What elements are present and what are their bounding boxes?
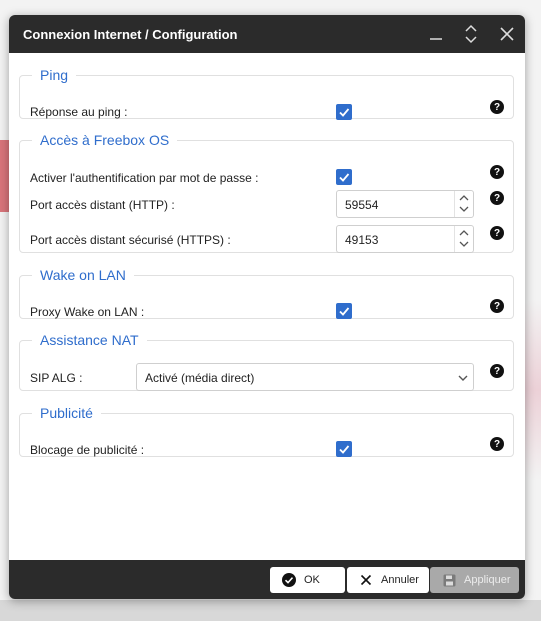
row-ad-block: Blocage de publicité : ? [30, 435, 505, 465]
help-icon[interactable]: ? [490, 191, 504, 205]
chevron-up-icon [459, 195, 469, 201]
help-icon[interactable]: ? [490, 299, 504, 313]
ok-button[interactable]: OK [270, 567, 345, 593]
chevron-down-icon [458, 375, 468, 381]
section-title-freebox-os: Accès à Freebox OS [40, 132, 170, 148]
row-http-port: Port accès distant (HTTP) : 59554 ? [30, 190, 505, 220]
dialog-content: Ping Réponse au ping : ? Accès à Freebox… [9, 53, 525, 560]
background-decoration [523, 300, 541, 480]
ping-reply-checkbox[interactable] [336, 104, 352, 120]
dialog-footer: OK Annuler Appliquer [9, 560, 525, 599]
auth-label: Activer l'authentification par mot de pa… [30, 171, 259, 185]
ping-reply-label: Réponse au ping : [30, 105, 128, 119]
dialog-titlebar[interactable]: Connexion Internet / Configuration [9, 15, 525, 53]
sip-alg-select[interactable]: Activé (média direct) [136, 363, 474, 391]
http-port-stepper[interactable] [454, 191, 473, 217]
https-port-label: Port accès distant sécurisé (HTTPS) : [30, 233, 231, 247]
section-title-nat: Assistance NAT [40, 332, 139, 348]
section-title-ping: Ping [40, 67, 69, 83]
row-ping-reply: Réponse au ping : ? [30, 97, 505, 127]
proxy-wol-checkbox[interactable] [336, 303, 352, 319]
help-icon[interactable]: ? [490, 364, 504, 378]
cancel-button[interactable]: Annuler [347, 567, 429, 593]
auth-checkbox[interactable] [336, 169, 352, 185]
https-port-input[interactable]: 49153 [336, 225, 474, 253]
save-icon [442, 573, 456, 587]
chevron-down-icon [459, 206, 469, 212]
section-title-ads: Publicité [40, 405, 93, 421]
dialog-title: Connexion Internet / Configuration [23, 27, 238, 42]
section-freebox-os: Accès à Freebox OS Activer l'authentific… [19, 132, 514, 253]
http-port-value: 59554 [345, 198, 379, 212]
ad-block-checkbox[interactable] [336, 441, 352, 457]
ad-block-label: Blocage de publicité : [30, 443, 145, 457]
sip-alg-label: SIP ALG : [30, 371, 83, 385]
chevron-down-icon [459, 241, 469, 247]
apply-button[interactable]: Appliquer [430, 567, 519, 593]
config-dialog: Connexion Internet / Configuration Ping … [9, 15, 525, 599]
section-title-wol: Wake on LAN [40, 267, 126, 283]
section-ping: Ping Réponse au ping : ? [19, 67, 514, 120]
http-port-label: Port accès distant (HTTP) : [30, 198, 175, 212]
minimize-icon[interactable] [424, 21, 448, 47]
sip-alg-value: Activé (média direct) [145, 371, 255, 385]
check-circle-icon [282, 573, 296, 587]
maximize-icon[interactable] [459, 21, 483, 47]
cancel-label: Annuler [381, 574, 419, 586]
help-icon[interactable]: ? [490, 437, 504, 451]
https-port-stepper[interactable] [454, 226, 473, 252]
row-https-port: Port accès distant sécurisé (HTTPS) : 49… [30, 225, 505, 255]
help-icon[interactable]: ? [490, 226, 504, 240]
help-icon[interactable]: ? [490, 165, 504, 179]
row-auth: Activer l'authentification par mot de pa… [30, 163, 505, 193]
section-ads: Publicité Blocage de publicité : ? [19, 405, 514, 457]
section-nat: Assistance NAT SIP ALG : Activé (média d… [19, 332, 514, 391]
chevron-up-icon [459, 230, 469, 236]
close-icon[interactable] [495, 21, 519, 47]
ok-label: OK [304, 574, 320, 586]
proxy-wol-label: Proxy Wake on LAN : [30, 305, 145, 319]
apply-label: Appliquer [464, 574, 511, 586]
row-proxy-wol: Proxy Wake on LAN : ? [30, 297, 505, 327]
section-wol: Wake on LAN Proxy Wake on LAN : ? [19, 267, 514, 319]
close-icon [359, 573, 373, 587]
row-sip-alg: SIP ALG : Activé (média direct) ? [30, 363, 505, 393]
background-footer [0, 600, 541, 621]
https-port-value: 49153 [345, 233, 379, 247]
help-icon[interactable]: ? [490, 100, 504, 114]
http-port-input[interactable]: 59554 [336, 190, 474, 218]
